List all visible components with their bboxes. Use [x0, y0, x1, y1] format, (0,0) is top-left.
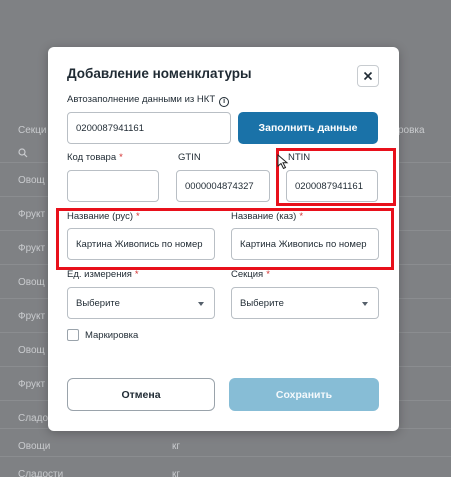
product-code-input[interactable] — [67, 170, 159, 202]
unit-select[interactable]: Выберите — [67, 287, 215, 319]
marking-checkbox[interactable] — [67, 329, 79, 341]
bg-cell: Овощ — [18, 175, 45, 186]
required-mark: * — [136, 211, 140, 222]
name-kaz-label-text: Название (каз) — [231, 211, 297, 222]
bg-cell: кг — [172, 469, 181, 477]
bg-cell: Сладости — [18, 469, 64, 477]
bg-column-header-marking: ровка — [398, 125, 425, 136]
close-button[interactable] — [357, 65, 379, 87]
dialog-title: Добавление номенклатуры — [67, 66, 252, 81]
section-label-text: Секция — [231, 269, 264, 280]
fill-data-button[interactable]: Заполнить данные — [238, 112, 378, 144]
marking-label: Маркировка — [85, 329, 139, 341]
add-nomenclature-dialog: Добавление номенклатуры Автозаполнение д… — [48, 47, 399, 431]
bg-cell: Сладо — [18, 413, 49, 424]
mouse-cursor-icon — [277, 154, 289, 170]
bg-cell: Овощ — [18, 345, 45, 356]
gtin-input[interactable]: 0000004874327 — [176, 170, 270, 202]
product-code-label-text: Код товара — [67, 152, 117, 163]
required-mark: * — [134, 269, 139, 280]
section-selected-value: Выберите — [240, 297, 284, 309]
marking-checkbox-row[interactable]: Маркировка — [67, 329, 138, 341]
autofill-label-text: Автозаполнение данными из НКТ — [67, 94, 216, 105]
autofill-label: Автозаполнение данными из НКТ i — [67, 94, 230, 107]
ntin-value: 0200087941161 — [295, 180, 363, 192]
chevron-down-icon — [198, 302, 204, 306]
bg-cell: кг — [172, 441, 181, 452]
name-kaz-value: Картина Живопись по номер — [240, 238, 367, 250]
unit-label: Ед. измерения * — [67, 269, 139, 280]
gtin-value: 0000004874327 — [185, 180, 254, 192]
unit-selected-value: Выберите — [76, 297, 120, 309]
bg-cell: Фрукт — [18, 209, 46, 220]
bg-cell: Фрукт — [18, 311, 46, 322]
required-mark: * — [299, 211, 304, 222]
save-button[interactable]: Сохранить — [229, 378, 379, 411]
chevron-down-icon — [362, 302, 368, 306]
autofill-value: 0200087941161 — [76, 122, 144, 134]
name-kaz-input[interactable]: Картина Живопись по номер — [231, 228, 379, 260]
cancel-button[interactable]: Отмена — [67, 378, 215, 411]
name-rus-label: Название (рус) * — [67, 211, 140, 222]
name-rus-label-text: Название (рус) — [67, 211, 133, 222]
name-kaz-label: Название (каз) * — [231, 211, 303, 222]
required-mark: * — [266, 269, 270, 280]
unit-label-text: Ед. измерения — [67, 269, 132, 280]
required-mark: * — [119, 152, 123, 163]
bg-column-header-section: Секци — [18, 125, 47, 136]
ntin-input[interactable]: 0200087941161 — [286, 170, 378, 202]
section-label: Секция * — [231, 269, 270, 280]
close-icon — [363, 71, 373, 81]
bg-cell: Фрукт — [18, 243, 46, 254]
name-rus-input[interactable]: Картина Живопись по номер — [67, 228, 215, 260]
gtin-label: GTIN — [178, 152, 201, 163]
bg-table-row: Сладости кг — [0, 456, 451, 477]
bg-search-icon — [18, 148, 28, 158]
ntin-label: NTIN — [288, 152, 311, 163]
product-code-label: Код товара * — [67, 152, 123, 163]
bg-cell: Овощ — [18, 277, 45, 288]
section-select[interactable]: Выберите — [231, 287, 379, 319]
bg-cell: Фрукт — [18, 379, 46, 390]
bg-cell: Овощи — [18, 441, 51, 452]
info-icon[interactable]: i — [219, 96, 230, 107]
name-rus-value: Картина Живопись по номер — [76, 238, 203, 250]
autofill-input[interactable]: 0200087941161 — [67, 112, 231, 144]
